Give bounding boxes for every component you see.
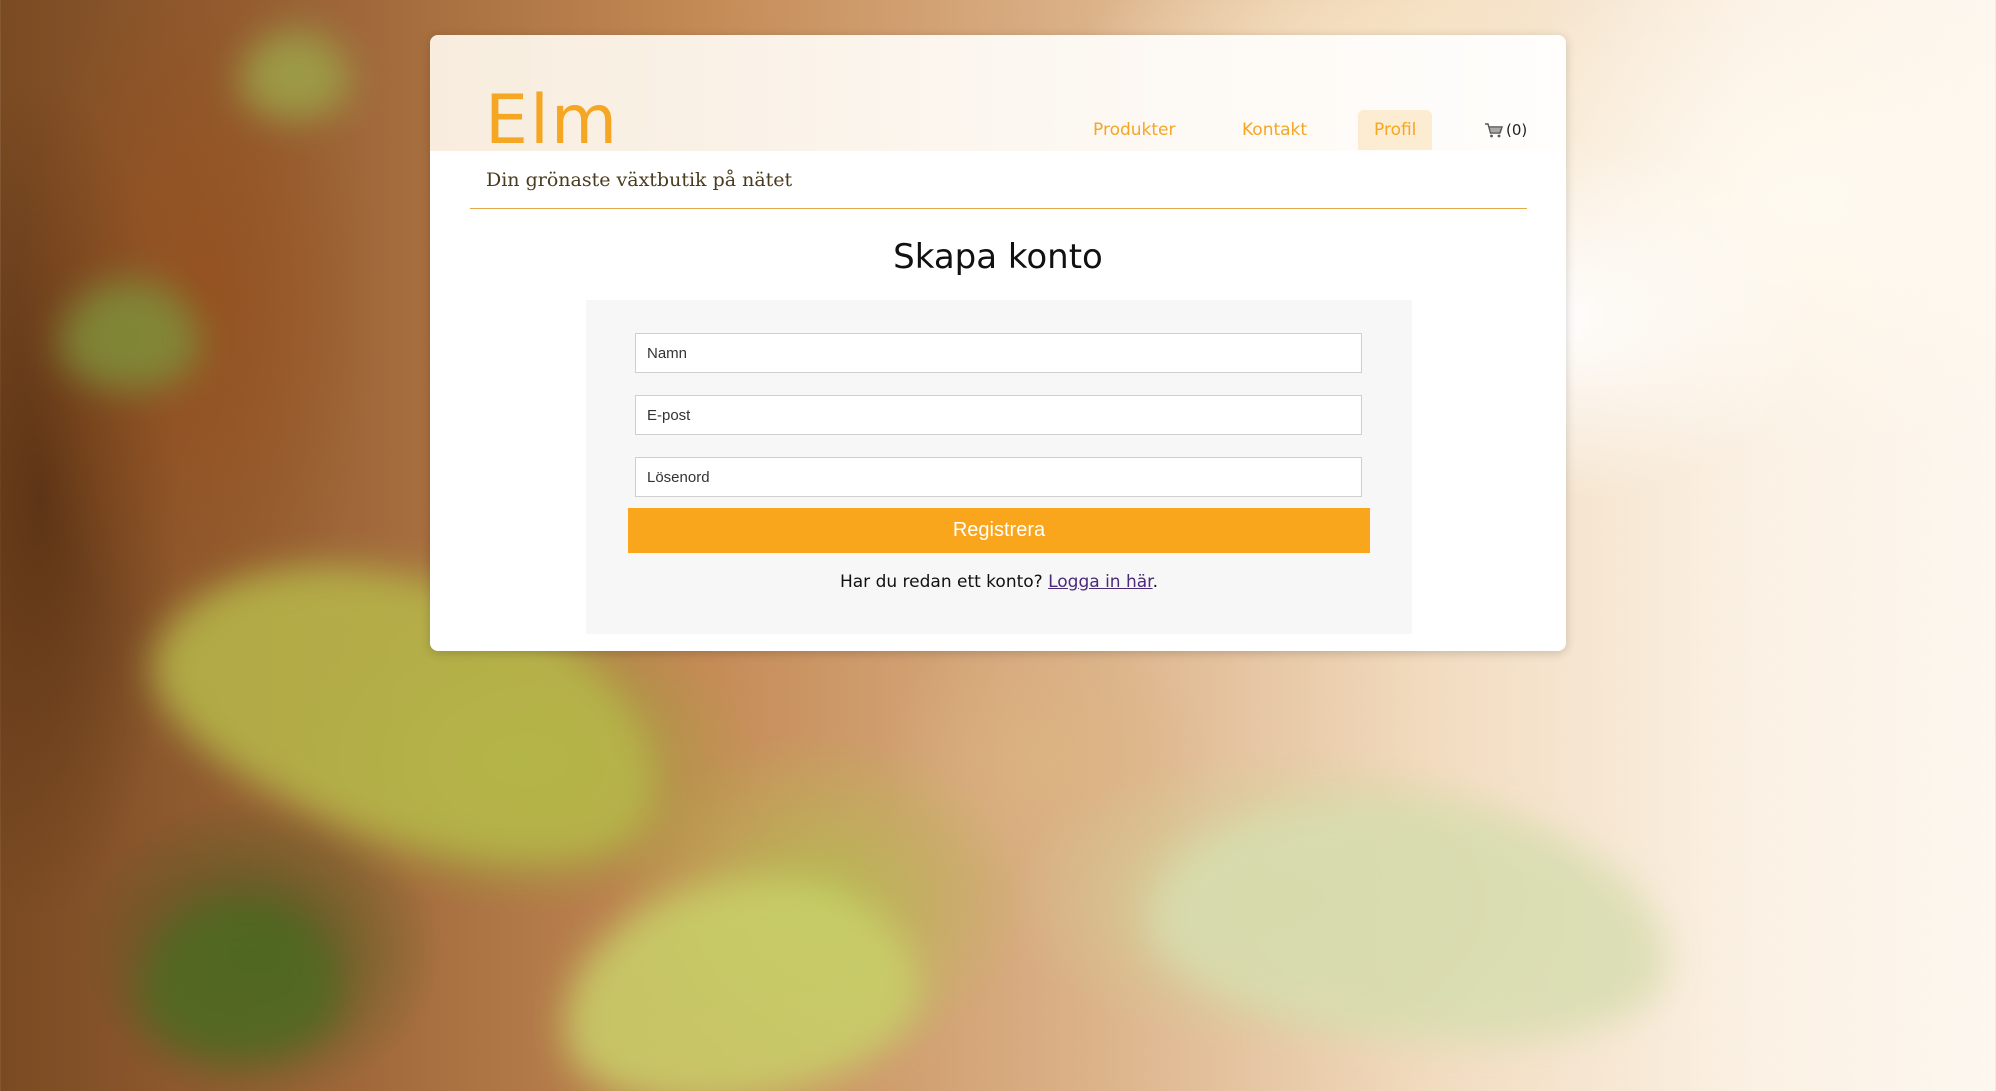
page-title: Skapa konto <box>893 237 1103 277</box>
nav-item-profil[interactable]: Profil <box>1358 110 1433 150</box>
background-leaf <box>543 850 937 1091</box>
login-link[interactable]: Logga in här <box>1048 572 1153 592</box>
background-leaf <box>60 280 200 390</box>
cart-count: (0) <box>1506 121 1528 139</box>
login-prompt-text: Har du redan ett konto? <box>839 572 1043 592</box>
email-field[interactable] <box>635 395 1362 435</box>
background-leaf <box>140 900 340 1060</box>
shopping-cart-icon <box>1484 122 1504 138</box>
site-tagline: Din grönaste växtbutik på nätet <box>486 169 793 191</box>
name-field[interactable] <box>635 333 1362 373</box>
nav-item-produkter[interactable]: Produkter <box>1077 110 1192 150</box>
register-form: Registrera Har du redan ett konto? Logga… <box>586 300 1412 634</box>
background-leaf <box>1138 773 1682 1067</box>
main-nav: Produkter Kontakt Profil (0) <box>430 110 1566 150</box>
nav-item-kontakt[interactable]: Kontakt <box>1226 110 1323 150</box>
main-card: Elm Produkter Kontakt Profil (0) Din grö… <box>430 35 1566 651</box>
login-prompt-suffix: . <box>1152 572 1159 592</box>
password-field[interactable] <box>635 457 1362 497</box>
register-button[interactable]: Registrera <box>628 508 1370 553</box>
background-leaf <box>240 30 350 120</box>
login-prompt-row: Har du redan ett konto? Logga in här. <box>586 572 1412 592</box>
header-divider <box>470 208 1527 209</box>
cart-button[interactable]: (0) <box>1484 110 1527 150</box>
